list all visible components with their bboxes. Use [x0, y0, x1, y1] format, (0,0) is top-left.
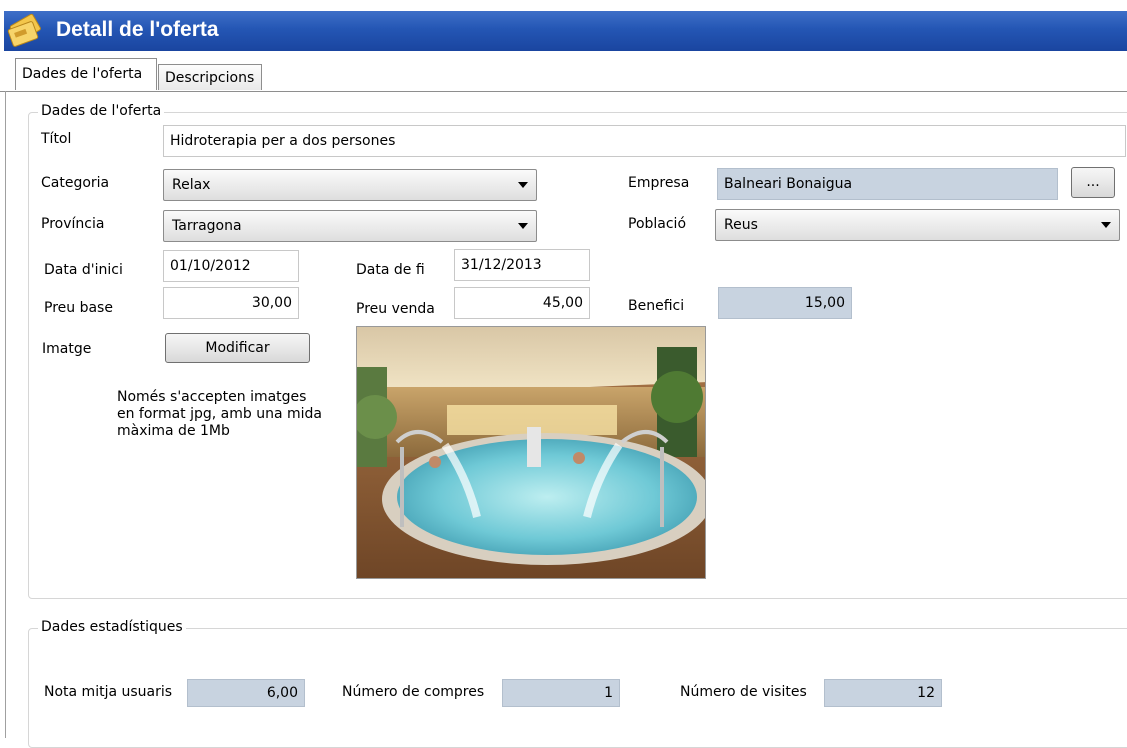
preu-venda-field[interactable]: 45,00: [454, 287, 590, 319]
spa-pool-image: [357, 327, 705, 578]
empresa-field: Balneari Bonaigua: [717, 168, 1058, 200]
nota-label: Nota mitja usuaris: [44, 684, 173, 700]
benefici-label: Benefici: [628, 298, 685, 314]
categoria-value: Relax: [172, 177, 211, 193]
empresa-label: Empresa: [628, 175, 690, 191]
offer-data-group-title: Dades de l'oferta: [38, 103, 165, 119]
visites-field: 12: [824, 679, 942, 707]
provincia-dropdown[interactable]: Tarragona: [163, 210, 537, 242]
tab-descripcions[interactable]: Descripcions: [158, 64, 262, 90]
panel-left-border: [5, 91, 6, 738]
titol-field[interactable]: Hidroterapia per a dos persones: [163, 125, 1126, 157]
ticket-icon: [7, 13, 41, 47]
modificar-button[interactable]: Modificar: [165, 333, 310, 363]
preu-venda-label: Preu venda: [356, 301, 435, 317]
nota-field: 6,00: [187, 679, 305, 707]
chevron-down-icon: [518, 223, 528, 229]
visites-label: Número de visites: [680, 684, 807, 700]
tab-divider: [0, 91, 1127, 92]
benefici-field: 15,00: [718, 287, 852, 319]
chevron-down-icon: [1101, 222, 1111, 228]
poblacio-dropdown[interactable]: Reus: [715, 209, 1120, 241]
note-line: màxima de 1Mb: [117, 423, 230, 439]
poblacio-label: Població: [628, 216, 687, 232]
offer-image: [356, 326, 706, 579]
data-fi-field[interactable]: 31/12/2013: [454, 249, 590, 281]
poblacio-value: Reus: [724, 217, 758, 233]
tab-strip: Dades de l'oferta Descripcions: [0, 58, 1127, 92]
provincia-value: Tarragona: [172, 218, 242, 234]
data-inici-label: Data d'inici: [44, 262, 123, 278]
titol-label: Títol: [41, 131, 72, 147]
provincia-label: Província: [41, 216, 105, 232]
categoria-label: Categoria: [41, 175, 110, 191]
image-requirements-note: Només s'accepten imatges en format jpg, …: [117, 389, 322, 440]
compres-field: 1: [502, 679, 620, 707]
preu-base-field[interactable]: 30,00: [163, 287, 299, 319]
window-title-bar: Detall de l'oferta: [0, 0, 1127, 54]
note-line: Només s'accepten imatges: [117, 389, 307, 405]
stats-group-title: Dades estadístiques: [38, 619, 186, 635]
chevron-down-icon: [518, 182, 528, 188]
preu-base-label: Preu base: [44, 300, 113, 316]
imatge-label: Imatge: [42, 341, 92, 357]
data-inici-field[interactable]: 01/10/2012: [163, 250, 299, 282]
tab-dades-oferta[interactable]: Dades de l'oferta: [15, 58, 157, 90]
data-fi-label: Data de fi: [356, 262, 425, 278]
note-line: en format jpg, amb una mida: [117, 406, 322, 422]
categoria-dropdown[interactable]: Relax: [163, 169, 537, 201]
compres-label: Número de compres: [342, 684, 485, 700]
window-title: Detall de l'oferta: [56, 18, 219, 41]
browse-empresa-button[interactable]: ...: [1071, 167, 1115, 198]
